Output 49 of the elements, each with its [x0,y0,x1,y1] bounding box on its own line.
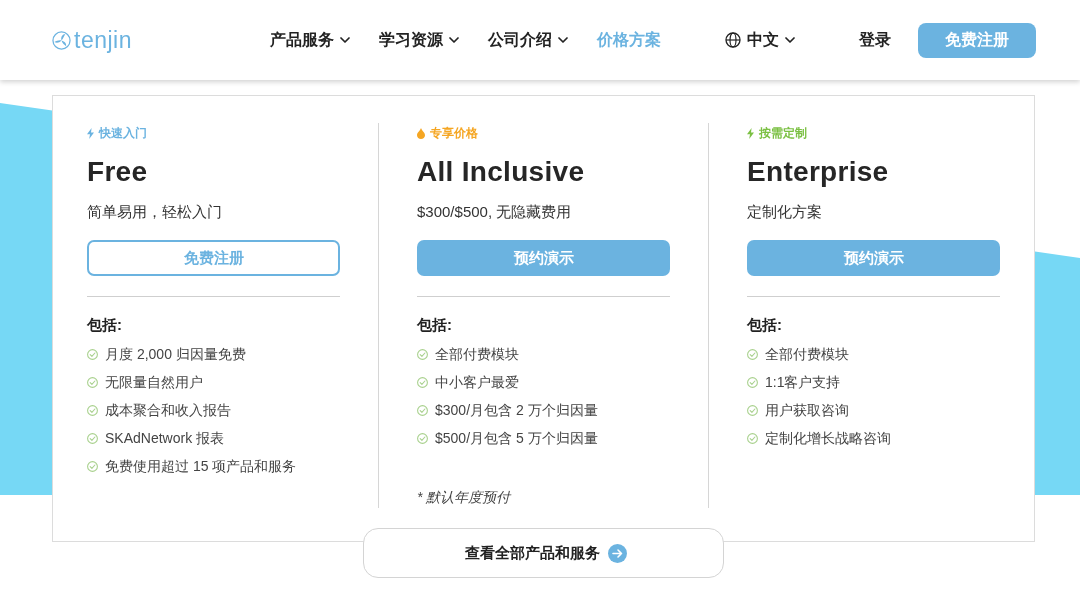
check-circle-icon [87,460,98,472]
plan-label: 按需定制 [759,125,807,141]
nav-link[interactable]: 产品服务 [270,29,350,51]
language-selector[interactable]: 中文 [725,29,795,51]
plan-label: 专享价格 [430,125,478,141]
includes-heading: 包括: [417,315,453,335]
check-circle-icon [417,404,428,416]
feature-item: SKAdNetwork 报表 [105,429,225,448]
arrow-right-circle-icon [607,543,627,563]
check-circle-icon [747,376,758,388]
nav-link[interactable]: 学习资源 [379,29,459,51]
logo-icon[interactable] [52,30,71,50]
chevron-down-icon [785,37,795,43]
check-circle-icon [87,348,98,360]
nav-link[interactable]: 公司介绍 [488,29,568,51]
all-products-button[interactable]: 查看全部产品和服务 [363,528,724,578]
globe-icon [725,32,741,48]
plan-subtitle: $300/$500, 无隐藏费用 [417,202,573,222]
plan-name: Enterprise [747,155,890,189]
feature-item: 全部付费模块 [765,345,849,364]
feature-item: 成本聚合和收入报告 [105,401,231,420]
check-circle-icon [747,348,758,360]
check-circle-icon [87,376,98,388]
check-circle-icon [747,404,758,416]
plan-subtitle: 定制化方案 [747,202,823,222]
feature-item: 中小客户最爱 [435,373,519,392]
includes-heading: 包括: [87,315,123,335]
feature-item: $300/月包含 2 万个归因量 [435,401,598,420]
check-circle-icon [417,432,428,444]
feature-item: 免费使用超过 15 项产品和服务 [105,457,297,476]
feature-item: 月度 2,000 归因量免费 [105,345,246,364]
feature-item: 无限量自然用户 [105,373,203,392]
feature-item: $500/月包含 5 万个归因量 [435,429,598,448]
feature-item: 1:1客户支持 [765,373,841,392]
feature-item: 定制化增长战略咨询 [765,429,891,448]
feature-item: 全部付费模块 [435,345,519,364]
plan-name: Free [87,155,149,189]
check-circle-icon [417,348,428,360]
plan-name: All Inclusive [417,155,586,189]
includes-heading: 包括: [747,315,783,335]
check-circle-icon [417,376,428,388]
feature-item: 用户获取咨询 [765,401,849,420]
login-link[interactable]: 登录 [859,29,891,51]
footnote: * 默认年度预付 [417,488,513,507]
plan-subtitle: 简单易用，轻松入门 [87,202,223,222]
check-circle-icon [87,404,98,416]
check-circle-icon [747,432,758,444]
plan-label: 快速入门 [99,125,147,141]
check-circle-icon [87,432,98,444]
